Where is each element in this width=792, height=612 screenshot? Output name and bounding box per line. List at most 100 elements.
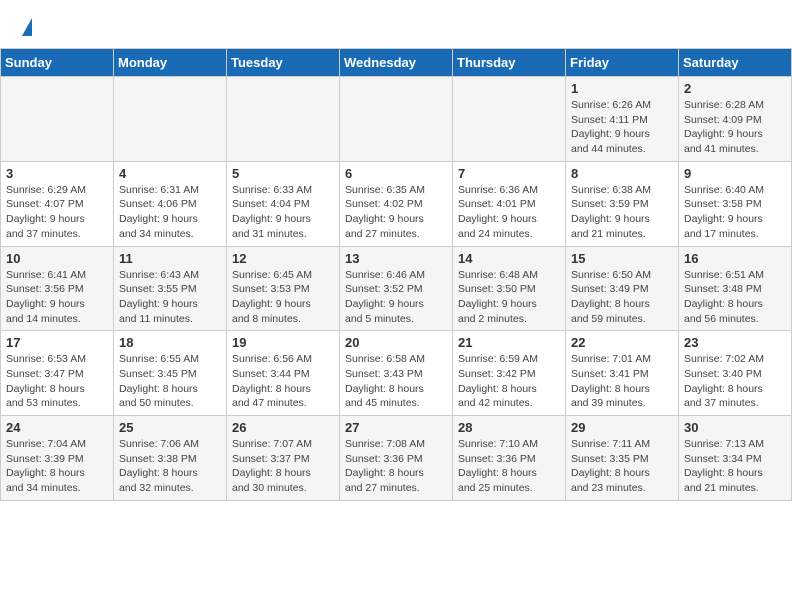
calendar-cell: [340, 77, 453, 162]
calendar-cell: 29Sunrise: 7:11 AM Sunset: 3:35 PM Dayli…: [566, 416, 679, 501]
day-info: Sunrise: 6:51 AM Sunset: 3:48 PM Dayligh…: [684, 268, 786, 327]
day-number: 17: [6, 335, 108, 350]
day-info: Sunrise: 6:41 AM Sunset: 3:56 PM Dayligh…: [6, 268, 108, 327]
day-info: Sunrise: 6:29 AM Sunset: 4:07 PM Dayligh…: [6, 183, 108, 242]
calendar-cell: 16 Sunrise: 6:51 AM Sunset: 3:48 PM Dayli…: [679, 246, 792, 331]
calendar-cell: [114, 77, 227, 162]
day-info: Sunrise: 6:43 AM Sunset: 3:55 PM Dayligh…: [119, 268, 221, 327]
day-number: 6: [345, 166, 447, 181]
day-number: 21: [458, 335, 560, 350]
calendar-cell: 19 Sunrise: 6:56 AM Sunset: 3:44 PM Dayli…: [227, 331, 340, 416]
day-info: Sunrise: 7:13 AM Sunset: 3:34 PM Dayligh…: [684, 437, 786, 496]
day-number: 25: [119, 420, 221, 435]
day-info: Sunrise: 6:56 AM Sunset: 3:44 PM Dayligh…: [232, 352, 334, 411]
calendar-cell: 11 Sunrise: 6:43 AM Sunset: 3:55 PM Dayli…: [114, 246, 227, 331]
calendar-cell: 30 Sunrise: 7:13 AM Sunset: 3:34 PM Dayli…: [679, 416, 792, 501]
day-info: Sunrise: 7:06 AM Sunset: 3:38 PM Dayligh…: [119, 437, 221, 496]
day-info: Sunrise: 6:59 AM Sunset: 3:42 PM Dayligh…: [458, 352, 560, 411]
day-info: Sunrise: 6:50 AM Sunset: 3:49 PM Dayligh…: [571, 268, 673, 327]
day-number: 26: [232, 420, 334, 435]
day-number: 30: [684, 420, 786, 435]
calendar-week-row: 17Sunrise: 6:53 AM Sunset: 3:47 PM Dayli…: [1, 331, 792, 416]
calendar-cell: 23Sunrise: 7:02 AM Sunset: 3:40 PM Dayli…: [679, 331, 792, 416]
day-number: 7: [458, 166, 560, 181]
day-number: 22: [571, 335, 673, 350]
calendar-dow-wednesday: Wednesday: [340, 49, 453, 77]
day-number: 8: [571, 166, 673, 181]
calendar-cell: 7 Sunrise: 6:36 AM Sunset: 4:01 PM Daylig…: [453, 161, 566, 246]
calendar-cell: [1, 77, 114, 162]
calendar-cell: 20Sunrise: 6:58 AM Sunset: 3:43 PM Dayli…: [340, 331, 453, 416]
day-info: Sunrise: 6:36 AM Sunset: 4:01 PM Dayligh…: [458, 183, 560, 242]
calendar-cell: [453, 77, 566, 162]
calendar-cell: 21 Sunrise: 6:59 AM Sunset: 3:42 PM Dayli…: [453, 331, 566, 416]
day-number: 24: [6, 420, 108, 435]
day-number: 28: [458, 420, 560, 435]
logo-triangle-icon: [22, 18, 32, 36]
calendar-cell: 6 Sunrise: 6:35 AM Sunset: 4:02 PM Daylig…: [340, 161, 453, 246]
calendar-cell: 4 Sunrise: 6:31 AM Sunset: 4:06 PM Daylig…: [114, 161, 227, 246]
calendar-cell: 9 Sunrise: 6:40 AM Sunset: 3:58 PM Daylig…: [679, 161, 792, 246]
calendar-cell: 22 Sunrise: 7:01 AM Sunset: 3:41 PM Dayli…: [566, 331, 679, 416]
logo: [20, 18, 32, 38]
day-info: Sunrise: 6:31 AM Sunset: 4:06 PM Dayligh…: [119, 183, 221, 242]
calendar-cell: 25 Sunrise: 7:06 AM Sunset: 3:38 PM Dayli…: [114, 416, 227, 501]
calendar-dow-monday: Monday: [114, 49, 227, 77]
calendar-cell: 26 Sunrise: 7:07 AM Sunset: 3:37 PM Dayli…: [227, 416, 340, 501]
day-info: Sunrise: 6:58 AM Sunset: 3:43 PM Dayligh…: [345, 352, 447, 411]
calendar-dow-tuesday: Tuesday: [227, 49, 340, 77]
day-number: 11: [119, 251, 221, 266]
calendar-cell: 3 Sunrise: 6:29 AM Sunset: 4:07 PM Daylig…: [1, 161, 114, 246]
calendar-cell: 10 Sunrise: 6:41 AM Sunset: 3:56 PM Dayli…: [1, 246, 114, 331]
day-number: 16: [684, 251, 786, 266]
calendar-cell: 14 Sunrise: 6:48 AM Sunset: 3:50 PM Dayli…: [453, 246, 566, 331]
day-info: Sunrise: 6:45 AM Sunset: 3:53 PM Dayligh…: [232, 268, 334, 327]
day-info: Sunrise: 6:33 AM Sunset: 4:04 PM Dayligh…: [232, 183, 334, 242]
day-info: Sunrise: 6:48 AM Sunset: 3:50 PM Dayligh…: [458, 268, 560, 327]
day-info: Sunrise: 7:01 AM Sunset: 3:41 PM Dayligh…: [571, 352, 673, 411]
day-info: Sunrise: 7:08 AM Sunset: 3:36 PM Dayligh…: [345, 437, 447, 496]
calendar-header-row: SundayMondayTuesdayWednesdayThursdayFrid…: [1, 49, 792, 77]
day-info: Sunrise: 6:40 AM Sunset: 3:58 PM Dayligh…: [684, 183, 786, 242]
day-info: Sunrise: 6:38 AM Sunset: 3:59 PM Dayligh…: [571, 183, 673, 242]
calendar-dow-saturday: Saturday: [679, 49, 792, 77]
day-info: Sunrise: 6:35 AM Sunset: 4:02 PM Dayligh…: [345, 183, 447, 242]
day-number: 27: [345, 420, 447, 435]
day-info: Sunrise: 7:10 AM Sunset: 3:36 PM Dayligh…: [458, 437, 560, 496]
day-number: 12: [232, 251, 334, 266]
day-number: 3: [6, 166, 108, 181]
calendar-week-row: 10 Sunrise: 6:41 AM Sunset: 3:56 PM Dayli…: [1, 246, 792, 331]
day-number: 19: [232, 335, 334, 350]
day-info: Sunrise: 6:46 AM Sunset: 3:52 PM Dayligh…: [345, 268, 447, 327]
calendar-dow-friday: Friday: [566, 49, 679, 77]
calendar-dow-sunday: Sunday: [1, 49, 114, 77]
calendar-cell: 1 Sunrise: 6:26 AM Sunset: 4:11 PM Daylig…: [566, 77, 679, 162]
day-number: 10: [6, 251, 108, 266]
day-number: 5: [232, 166, 334, 181]
calendar-week-row: 3 Sunrise: 6:29 AM Sunset: 4:07 PM Daylig…: [1, 161, 792, 246]
day-info: Sunrise: 6:26 AM Sunset: 4:11 PM Dayligh…: [571, 98, 673, 157]
day-number: 29: [571, 420, 673, 435]
day-number: 4: [119, 166, 221, 181]
calendar-cell: 24 Sunrise: 7:04 AM Sunset: 3:39 PM Dayli…: [1, 416, 114, 501]
calendar-cell: 8 Sunrise: 6:38 AM Sunset: 3:59 PM Daylig…: [566, 161, 679, 246]
calendar-cell: 12 Sunrise: 6:45 AM Sunset: 3:53 PM Dayli…: [227, 246, 340, 331]
calendar-week-row: 1 Sunrise: 6:26 AM Sunset: 4:11 PM Daylig…: [1, 77, 792, 162]
day-number: 18: [119, 335, 221, 350]
calendar-cell: 5 Sunrise: 6:33 AM Sunset: 4:04 PM Daylig…: [227, 161, 340, 246]
day-info: Sunrise: 7:07 AM Sunset: 3:37 PM Dayligh…: [232, 437, 334, 496]
day-info: Sunrise: 6:55 AM Sunset: 3:45 PM Dayligh…: [119, 352, 221, 411]
day-info: Sunrise: 7:04 AM Sunset: 3:39 PM Dayligh…: [6, 437, 108, 496]
day-number: 14: [458, 251, 560, 266]
calendar-cell: 15Sunrise: 6:50 AM Sunset: 3:49 PM Dayli…: [566, 246, 679, 331]
day-info: Sunrise: 6:28 AM Sunset: 4:09 PM Dayligh…: [684, 98, 786, 157]
day-number: 9: [684, 166, 786, 181]
calendar-cell: 13 Sunrise: 6:46 AM Sunset: 3:52 PM Dayli…: [340, 246, 453, 331]
calendar-cell: [227, 77, 340, 162]
day-number: 13: [345, 251, 447, 266]
day-info: Sunrise: 7:02 AM Sunset: 3:40 PM Dayligh…: [684, 352, 786, 411]
calendar-cell: 2Sunrise: 6:28 AM Sunset: 4:09 PM Daylig…: [679, 77, 792, 162]
page-header: [0, 0, 792, 48]
day-number: 1: [571, 81, 673, 96]
calendar-cell: 27 Sunrise: 7:08 AM Sunset: 3:36 PM Dayli…: [340, 416, 453, 501]
